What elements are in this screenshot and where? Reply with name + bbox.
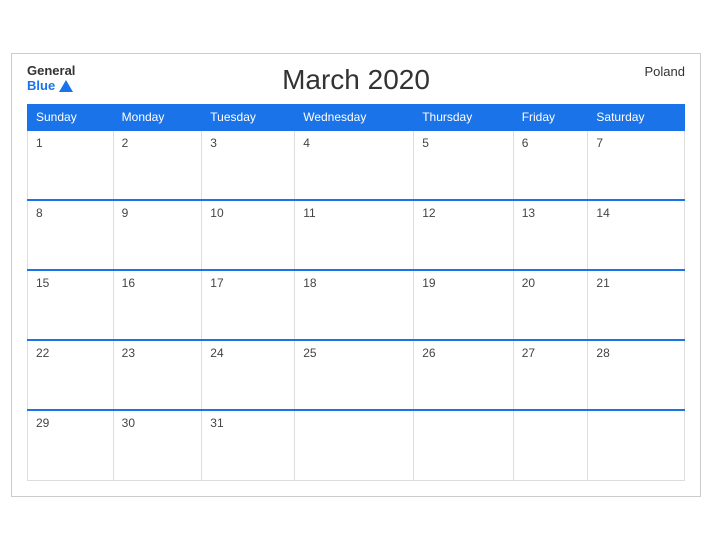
day-cell: 14 <box>588 200 685 270</box>
day-number: 28 <box>596 346 609 360</box>
day-cell: 9 <box>113 200 202 270</box>
day-number: 6 <box>522 136 529 150</box>
day-number: 19 <box>422 276 435 290</box>
day-number: 31 <box>210 416 223 430</box>
header-sunday: Sunday <box>28 105 114 131</box>
day-number: 21 <box>596 276 609 290</box>
day-cell: 19 <box>414 270 514 340</box>
day-number: 12 <box>422 206 435 220</box>
day-cell: 1 <box>28 130 114 200</box>
day-cell: 24 <box>202 340 295 410</box>
week-row-3: 15 16 17 18 19 20 21 <box>28 270 685 340</box>
day-number: 16 <box>122 276 135 290</box>
day-cell <box>295 410 414 480</box>
day-number: 25 <box>303 346 316 360</box>
calendar-header: General Blue March 2020 Poland <box>27 64 685 96</box>
day-number: 17 <box>210 276 223 290</box>
day-cell: 31 <box>202 410 295 480</box>
day-number: 9 <box>122 206 129 220</box>
day-cell: 10 <box>202 200 295 270</box>
header-tuesday: Tuesday <box>202 105 295 131</box>
calendar-container: General Blue March 2020 Poland Sunday Mo… <box>11 53 701 497</box>
day-cell: 27 <box>513 340 588 410</box>
day-number: 2 <box>122 136 129 150</box>
day-cell: 15 <box>28 270 114 340</box>
day-number: 1 <box>36 136 43 150</box>
day-number: 13 <box>522 206 535 220</box>
day-cell: 26 <box>414 340 514 410</box>
day-number: 29 <box>36 416 49 430</box>
day-cell: 13 <box>513 200 588 270</box>
logo-triangle-icon <box>59 80 73 92</box>
day-cell: 6 <box>513 130 588 200</box>
day-number: 11 <box>303 206 315 220</box>
header-thursday: Thursday <box>414 105 514 131</box>
day-cell: 16 <box>113 270 202 340</box>
header-saturday: Saturday <box>588 105 685 131</box>
day-cell: 8 <box>28 200 114 270</box>
day-number: 27 <box>522 346 535 360</box>
day-number: 15 <box>36 276 49 290</box>
day-cell: 22 <box>28 340 114 410</box>
week-row-2: 8 9 10 11 12 13 14 <box>28 200 685 270</box>
logo-general-text: General <box>27 64 75 78</box>
week-row-5: 29 30 31 <box>28 410 685 480</box>
day-cell <box>513 410 588 480</box>
day-number: 7 <box>596 136 603 150</box>
day-number: 5 <box>422 136 429 150</box>
weekday-header-row: Sunday Monday Tuesday Wednesday Thursday… <box>28 105 685 131</box>
week-row-1: 1 2 3 4 5 6 7 <box>28 130 685 200</box>
day-number: 4 <box>303 136 310 150</box>
day-number: 24 <box>210 346 223 360</box>
day-cell <box>414 410 514 480</box>
day-cell: 28 <box>588 340 685 410</box>
day-cell: 3 <box>202 130 295 200</box>
calendar-grid: Sunday Monday Tuesday Wednesday Thursday… <box>27 104 685 481</box>
header-wednesday: Wednesday <box>295 105 414 131</box>
day-number: 3 <box>210 136 217 150</box>
header-friday: Friday <box>513 105 588 131</box>
day-number: 18 <box>303 276 316 290</box>
day-cell: 5 <box>414 130 514 200</box>
day-number: 8 <box>36 206 43 220</box>
day-cell: 23 <box>113 340 202 410</box>
day-cell: 4 <box>295 130 414 200</box>
country-label: Poland <box>645 64 685 79</box>
day-cell: 11 <box>295 200 414 270</box>
day-cell: 21 <box>588 270 685 340</box>
day-cell: 20 <box>513 270 588 340</box>
calendar-body: 1234567891011121314151617181920212223242… <box>28 130 685 480</box>
day-number: 23 <box>122 346 135 360</box>
day-number: 10 <box>210 206 223 220</box>
day-cell: 12 <box>414 200 514 270</box>
day-cell <box>588 410 685 480</box>
day-cell: 25 <box>295 340 414 410</box>
day-cell: 17 <box>202 270 295 340</box>
day-cell: 2 <box>113 130 202 200</box>
day-number: 30 <box>122 416 135 430</box>
day-number: 22 <box>36 346 49 360</box>
day-number: 26 <box>422 346 435 360</box>
logo: General Blue <box>27 64 75 93</box>
day-cell: 7 <box>588 130 685 200</box>
week-row-4: 22 23 24 25 26 27 28 <box>28 340 685 410</box>
day-number: 14 <box>596 206 609 220</box>
day-number: 20 <box>522 276 535 290</box>
logo-blue-text: Blue <box>27 79 73 93</box>
header-monday: Monday <box>113 105 202 131</box>
day-cell: 29 <box>28 410 114 480</box>
calendar-title: March 2020 <box>282 64 430 96</box>
day-cell: 18 <box>295 270 414 340</box>
day-cell: 30 <box>113 410 202 480</box>
